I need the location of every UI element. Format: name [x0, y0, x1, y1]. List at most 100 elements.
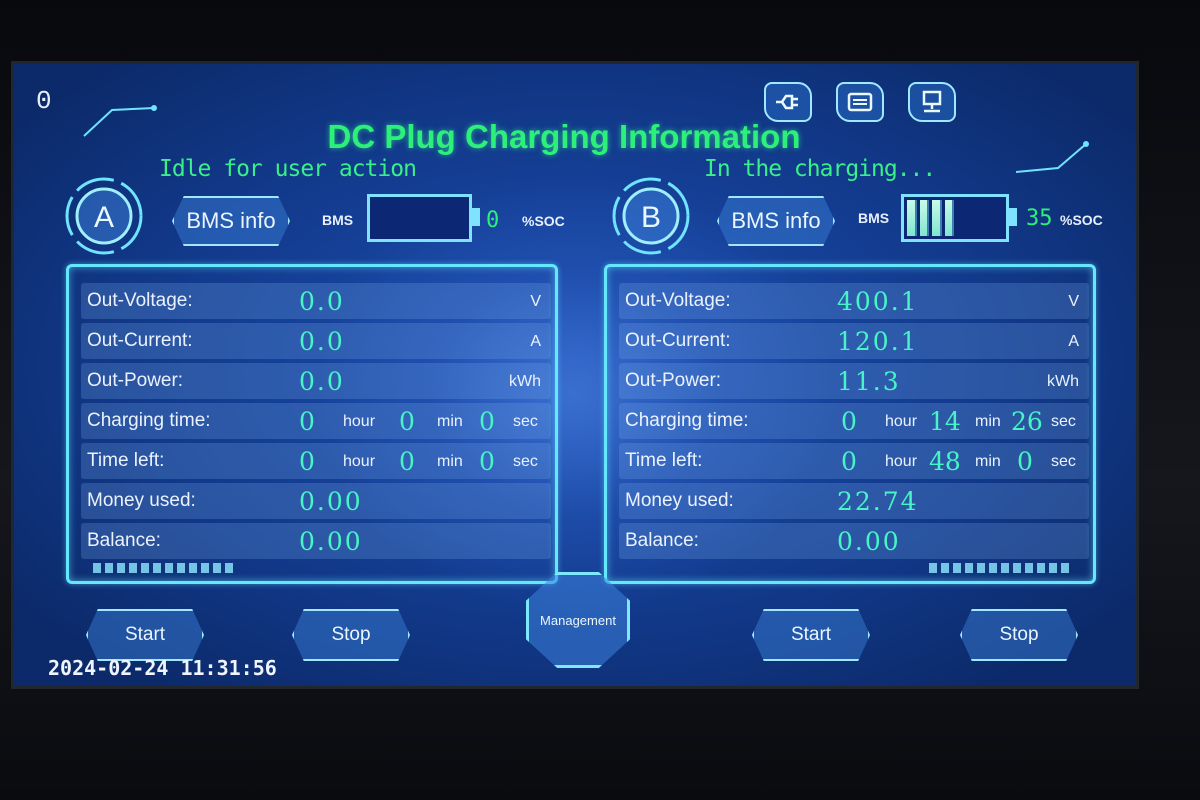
port-a-bms-info-button[interactable]: BMS info: [172, 196, 290, 246]
port-a-time-left-row: Time left: 0 hour 0 min 0 sec: [81, 443, 551, 479]
voltage-label: Out-Voltage:: [625, 290, 731, 311]
balance-value: 0.00: [299, 527, 363, 556]
battery-cell: [907, 200, 917, 236]
voltage-unit: V: [1068, 293, 1079, 310]
min-label: min: [975, 413, 1001, 430]
battery-empty-space: [957, 200, 1003, 236]
time-left-label: Time left:: [625, 450, 703, 471]
hour-label: hour: [885, 413, 918, 430]
charging-sec-value: 26: [1011, 407, 1043, 436]
port-a-current-row: Out-Current: 0.0 A: [81, 323, 551, 359]
voltage-unit: V: [530, 293, 541, 310]
port-b-balance-row: Balance: 0.00: [619, 523, 1089, 559]
port-a-charging-time-row: Charging time: 0 hour 0 min 0 sec: [81, 403, 551, 439]
header-icon-bar: [764, 82, 956, 122]
current-unit: A: [530, 333, 541, 350]
balance-label: Balance:: [87, 530, 161, 551]
port-a-status: Idle for user action: [159, 156, 417, 182]
port-b-power-row: Out-Power: 11.3 kWh: [619, 363, 1089, 399]
balance-label: Balance:: [625, 530, 699, 551]
sec-label: sec: [1051, 413, 1076, 430]
voltage-value: 0.0: [299, 287, 345, 316]
battery-empty-space: [373, 200, 466, 236]
page-title: DC Plug Charging Information: [327, 118, 801, 155]
battery-cell: [944, 200, 955, 236]
port-a-balance-row: Balance: 0.00: [81, 523, 551, 559]
management-button[interactable]: Management: [526, 572, 630, 668]
charging-plug-icon[interactable]: [764, 82, 812, 122]
port-a-start-button[interactable]: Start: [86, 609, 204, 661]
datetime-display: 2024-02-24 11:31:56: [48, 656, 277, 680]
port-a-power-row: Out-Power: 0.0 kWh: [81, 363, 551, 399]
sec-label: sec: [513, 413, 538, 430]
port-b-stop-button[interactable]: Stop: [960, 609, 1078, 661]
power-value: 11.3: [837, 367, 901, 396]
current-value: 0.0: [299, 327, 345, 356]
port-b-letter: B: [641, 201, 661, 234]
port-a-battery-gauge: [367, 194, 472, 242]
money-used-value: 0.00: [299, 487, 363, 516]
charging-hour-value: 0: [841, 407, 857, 436]
port-a-stop-button[interactable]: Stop: [292, 609, 410, 661]
port-a-soc-unit: %SOC: [522, 213, 565, 229]
current-unit: A: [1068, 333, 1079, 350]
network-icon[interactable]: [908, 82, 956, 122]
port-a-money-used-row: Money used: 0.00: [81, 483, 551, 519]
circuit-decoration-right: [1015, 141, 1089, 173]
sec-label: sec: [513, 453, 538, 470]
port-b-status: In the charging...: [704, 156, 936, 182]
port-b-bms-label: BMS: [858, 210, 890, 226]
battery-cell: [932, 200, 942, 236]
hour-label: hour: [885, 453, 918, 470]
current-label: Out-Current:: [625, 330, 731, 351]
min-label: min: [437, 413, 463, 430]
port-a-badge[interactable]: A: [64, 176, 144, 256]
port-b-bms-info-button[interactable]: BMS info: [717, 196, 835, 246]
battery-cell: [919, 200, 930, 236]
current-label: Out-Current:: [87, 330, 193, 351]
port-b-badge[interactable]: B: [611, 176, 691, 256]
power-unit: kWh: [1047, 373, 1079, 390]
charging-time-label: Charging time:: [625, 410, 749, 431]
money-used-label: Money used:: [87, 490, 196, 511]
port-b-start-button[interactable]: Start: [752, 609, 870, 661]
port-b-soc-unit: %SOC: [1060, 212, 1103, 228]
balance-value: 0.00: [837, 527, 901, 556]
charging-hour-value: 0: [299, 407, 315, 436]
panel-stripe-decoration: [929, 563, 1069, 573]
port-b-soc-value: 35: [1026, 206, 1053, 231]
voltage-label: Out-Voltage:: [87, 290, 193, 311]
money-used-label: Money used:: [625, 490, 734, 511]
card-reader-icon[interactable]: [836, 82, 884, 122]
charger-screen: 0 DC Plug Charging Information Idle for …: [14, 64, 1136, 686]
port-b-money-used-row: Money used: 22.74: [619, 483, 1089, 519]
left-min-value: 48: [929, 447, 961, 476]
port-b-current-row: Out-Current: 120.1 A: [619, 323, 1089, 359]
voltage-value: 400.1: [837, 287, 919, 316]
money-used-value: 22.74: [837, 487, 919, 516]
port-b-voltage-row: Out-Voltage: 400.1 V: [619, 283, 1089, 319]
port-a-soc-value: 0: [486, 208, 500, 233]
circuit-decoration-left: [83, 105, 157, 137]
time-left-label: Time left:: [87, 450, 165, 471]
left-hour-value: 0: [299, 447, 315, 476]
panel-stripe-decoration: [93, 563, 233, 573]
port-b-info-panel: Out-Voltage: 400.1 V Out-Current: 120.1 …: [604, 264, 1096, 584]
corner-number: 0: [36, 86, 52, 116]
port-b-charging-time-row: Charging time: 0 hour 14 min 26 sec: [619, 403, 1089, 439]
power-value: 0.0: [299, 367, 345, 396]
charging-min-value: 0: [399, 407, 415, 436]
port-a-info-panel: Out-Voltage: 0.0 V Out-Current: 0.0 A Ou…: [66, 264, 558, 584]
left-hour-value: 0: [841, 447, 857, 476]
charging-time-label: Charging time:: [87, 410, 211, 431]
charging-sec-value: 0: [479, 407, 495, 436]
hour-label: hour: [343, 453, 376, 470]
port-a-voltage-row: Out-Voltage: 0.0 V: [81, 283, 551, 319]
power-label: Out-Power:: [625, 370, 722, 391]
left-sec-value: 0: [1017, 447, 1033, 476]
min-label: min: [437, 453, 463, 470]
current-value: 120.1: [837, 327, 919, 356]
left-sec-value: 0: [479, 447, 495, 476]
sec-label: sec: [1051, 453, 1076, 470]
port-a-bms-label: BMS: [322, 212, 354, 228]
